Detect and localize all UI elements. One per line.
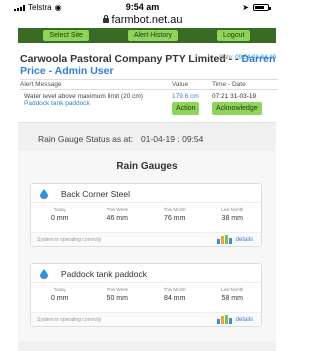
alert-location-link[interactable]: Paddock tank paddock	[24, 100, 172, 107]
gauge-last-month: Last Month 58 mm	[204, 287, 262, 302]
current-date: Date: 09:54 01-04-19	[219, 55, 276, 61]
rain-gauges-panel: Rain Gauges Back Corner Steel Today 0 mm …	[18, 151, 276, 341]
week-label: This Week	[106, 287, 128, 292]
alert-time: 07:21 31-03-19	[212, 93, 257, 100]
company-name: Carwoola Pastoral Company PTY Limited	[20, 53, 226, 65]
gauge-month: This Month 84 mm	[146, 287, 204, 302]
gauge-week: This Week 46 mm	[89, 207, 147, 222]
gauge-status: System is operating correctly	[37, 237, 102, 243]
today-value: 0 mm	[51, 215, 69, 222]
lock-icon	[102, 15, 109, 23]
date-value: 09:54 01-04-19	[235, 55, 276, 61]
rain-status-datetime: 01-04-19 : 09:54	[140, 134, 204, 144]
last-month-value: 58 mm	[221, 295, 243, 302]
alert-message: Water level above maximum limit (20 cm)	[24, 93, 143, 100]
week-value: 46 mm	[106, 215, 128, 222]
gauge-status: System is operating correctly	[37, 317, 102, 323]
header-message: Alert Message	[20, 81, 62, 88]
rain-status: Rain Gauge Status as at: 01-04-19 : 09:54	[38, 134, 203, 144]
raindrop-icon	[40, 269, 48, 279]
month-value: 76 mm	[164, 215, 186, 222]
gauge-card: Back Corner Steel Today 0 mm This Week 46 …	[30, 183, 262, 247]
rain-status-label: Rain Gauge Status as at:	[38, 134, 133, 144]
alerts-header: Alert Message Value Time - Date	[20, 79, 278, 90]
url-text: farmbot.net.au	[111, 14, 183, 26]
gauge-values: Today 0 mm This Week 46 mm This Month 76 mm…	[31, 207, 261, 222]
select-site-button[interactable]: Select Site	[43, 30, 89, 41]
logout-button[interactable]: Logout	[217, 30, 251, 41]
alert-value-cell: 179.6 cm Action	[172, 93, 212, 115]
details-label: details	[235, 316, 253, 323]
details-link[interactable]: details	[216, 315, 253, 324]
raindrop-icon	[40, 189, 48, 199]
bar-chart-icon	[216, 235, 232, 244]
gauge-card: Paddock tank paddock Today 0 mm This Week…	[30, 263, 262, 327]
gauge-header: Paddock tank paddock	[31, 264, 261, 283]
alert-message-cell: Water level above maximum limit (20 cm) …	[20, 93, 172, 115]
gauge-header: Back Corner Steel	[31, 184, 261, 203]
action-button[interactable]: Action	[172, 102, 200, 115]
week-value: 50 mm	[106, 295, 128, 302]
alert-history-button[interactable]: Alert History	[127, 30, 179, 41]
month-label: This Month	[163, 207, 186, 212]
status-right: ➤	[242, 3, 271, 12]
gauge-week: This Week 50 mm	[89, 287, 147, 302]
last-month-label: Last Month	[221, 287, 244, 292]
alert-row: Water level above maximum limit (20 cm) …	[20, 90, 278, 115]
gauge-today: Today 0 mm	[31, 207, 89, 222]
gauge-last-month: Last Month 38 mm	[204, 207, 262, 222]
gauge-month: This Month 76 mm	[146, 207, 204, 222]
header-time: Time - Date	[212, 81, 246, 88]
alert-value: 179.6 cm	[172, 93, 199, 100]
acknowledge-button[interactable]: Acknowledge	[212, 102, 262, 115]
month-label: This Month	[163, 287, 186, 292]
gauge-footer: System is operating correctly details	[31, 312, 261, 326]
details-label: details	[235, 236, 253, 243]
gauge-name: Back Corner Steel	[61, 189, 130, 199]
gauge-name: Paddock tank paddock	[61, 269, 148, 279]
location-icon: ➤	[242, 3, 249, 12]
rain-gauges-title: Rain Gauges	[116, 161, 178, 172]
month-value: 84 mm	[164, 295, 186, 302]
gauge-footer: System is operating correctly details	[31, 232, 261, 246]
last-month-value: 38 mm	[221, 215, 243, 222]
rain-section: Rain Gauge Status as at: 01-04-19 : 09:54…	[18, 122, 276, 351]
today-label: Today	[53, 207, 66, 212]
header-value: Value	[172, 81, 189, 88]
battery-icon	[253, 4, 271, 11]
date-label: Date:	[219, 55, 234, 61]
alert-time-cell: 07:21 31-03-19 Acknowledge	[212, 93, 278, 115]
url-bar[interactable]: farmbot.net.au	[0, 14, 285, 28]
today-value: 0 mm	[51, 295, 69, 302]
last-month-label: Last Month	[221, 207, 244, 212]
alerts-table: Alert Message Value Time - Date Water le…	[20, 79, 278, 115]
details-link[interactable]: details	[216, 235, 253, 244]
gauge-values: Today 0 mm This Week 50 mm This Month 84 mm…	[31, 287, 261, 302]
today-label: Today	[53, 287, 66, 292]
gauge-today: Today 0 mm	[31, 287, 89, 302]
company-header: Carwoola Pastoral Company PTY Limited - …	[20, 53, 278, 77]
status-bar: Telstra ◉ 9:54 am ➤	[0, 0, 285, 14]
bar-chart-icon	[216, 315, 232, 324]
week-label: This Week	[106, 207, 128, 212]
top-nav: Select Site Alert History Logout	[18, 28, 276, 43]
